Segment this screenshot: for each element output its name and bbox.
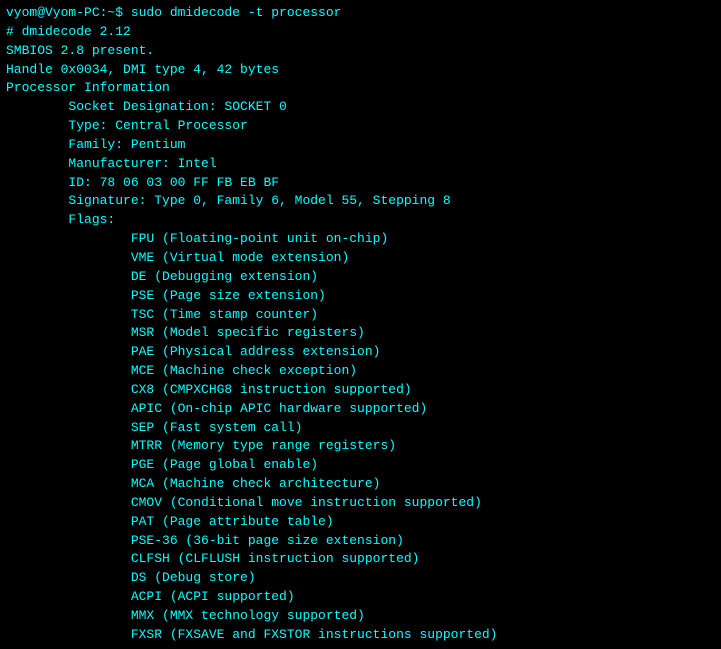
terminal-line: SMBIOS 2.8 present. [6, 42, 715, 61]
terminal-line: VME (Virtual mode extension) [6, 249, 715, 268]
terminal-line: FXSR (FXSAVE and FXSTOR instructions sup… [6, 626, 715, 645]
terminal-line: CLFSH (CLFLUSH instruction supported) [6, 550, 715, 569]
terminal-output: vyom@Vyom-PC:~$ sudo dmidecode -t proces… [0, 0, 721, 649]
terminal-line: PAT (Page attribute table) [6, 513, 715, 532]
terminal-line: APIC (On-chip APIC hardware supported) [6, 400, 715, 419]
terminal-line: # dmidecode 2.12 [6, 23, 715, 42]
terminal-line: SEP (Fast system call) [6, 419, 715, 438]
terminal-line: Signature: Type 0, Family 6, Model 55, S… [6, 192, 715, 211]
terminal-line: TSC (Time stamp counter) [6, 306, 715, 325]
terminal-line: ID: 78 06 03 00 FF FB EB BF [6, 174, 715, 193]
terminal-line: MCE (Machine check exception) [6, 362, 715, 381]
terminal-line: DE (Debugging extension) [6, 268, 715, 287]
terminal-line: MTRR (Memory type range registers) [6, 437, 715, 456]
terminal-line: vyom@Vyom-PC:~$ sudo dmidecode -t proces… [6, 4, 715, 23]
terminal-line: PSE-36 (36-bit page size extension) [6, 532, 715, 551]
terminal-line: ACPI (ACPI supported) [6, 588, 715, 607]
terminal-line: MMX (MMX technology supported) [6, 607, 715, 626]
terminal-line: FPU (Floating-point unit on-chip) [6, 230, 715, 249]
terminal-line: Handle 0x0034, DMI type 4, 42 bytes [6, 61, 715, 80]
terminal-line: CX8 (CMPXCHG8 instruction supported) [6, 381, 715, 400]
terminal-line: MSR (Model specific registers) [6, 324, 715, 343]
terminal-line: CMOV (Conditional move instruction suppo… [6, 494, 715, 513]
terminal-line: DS (Debug store) [6, 569, 715, 588]
terminal-line: Family: Pentium [6, 136, 715, 155]
terminal-line: MCA (Machine check architecture) [6, 475, 715, 494]
terminal-line: Type: Central Processor [6, 117, 715, 136]
terminal-line: Flags: [6, 211, 715, 230]
terminal-line: PGE (Page global enable) [6, 456, 715, 475]
terminal-line: Processor Information [6, 79, 715, 98]
terminal-line: PAE (Physical address extension) [6, 343, 715, 362]
terminal-line: Socket Designation: SOCKET 0 [6, 98, 715, 117]
terminal-line: PSE (Page size extension) [6, 287, 715, 306]
terminal-line: Manufacturer: Intel [6, 155, 715, 174]
